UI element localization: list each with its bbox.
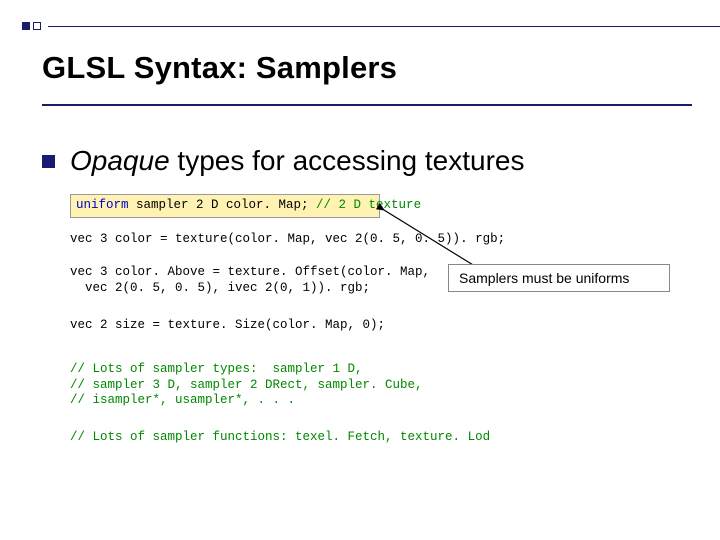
- callout-arrow: [378, 196, 578, 272]
- code-above-block: vec 3 color. Above = texture. Offset(col…: [70, 265, 430, 296]
- above-line1: vec 3 color. Above = texture. Offset(col…: [70, 265, 430, 279]
- bullet-rest: types for accessing textures: [170, 145, 525, 176]
- code-func-comment: // Lots of sampler functions: texel. Fet…: [70, 430, 490, 446]
- bullet-square-icon: [42, 155, 55, 168]
- code-size-line: vec 2 size = texture. Size(color. Map, 0…: [70, 318, 385, 334]
- comment-line3: // isampler*, usampler*, . . .: [70, 393, 295, 407]
- callout-text: Samplers must be uniforms: [459, 270, 629, 286]
- bullet-text: Opaque types for accessing textures: [70, 145, 524, 177]
- bullet-italic: Opaque: [70, 145, 170, 176]
- keyword-uniform: uniform: [76, 198, 129, 212]
- uniform-rest: sampler 2 D color. Map;: [129, 198, 317, 212]
- deco-square-empty: [33, 22, 41, 30]
- title-divider: [42, 104, 692, 106]
- uniform-declaration: uniform sampler 2 D color. Map; // 2 D t…: [70, 194, 380, 218]
- top-line: [48, 26, 720, 27]
- above-line2: vec 2(0. 5, 0. 5), ivec 2(0, 1)). rgb;: [70, 281, 370, 295]
- corner-decoration: [22, 22, 41, 30]
- slide-title: GLSL Syntax: Samplers: [42, 50, 397, 86]
- deco-square-filled: [22, 22, 30, 30]
- comment-line2: // sampler 3 D, sampler 2 DRect, sampler…: [70, 378, 423, 392]
- comment-line1: // Lots of sampler types: sampler 1 D,: [70, 362, 363, 376]
- callout-box: Samplers must be uniforms: [448, 264, 670, 292]
- code-comment-block: // Lots of sampler types: sampler 1 D, /…: [70, 362, 423, 409]
